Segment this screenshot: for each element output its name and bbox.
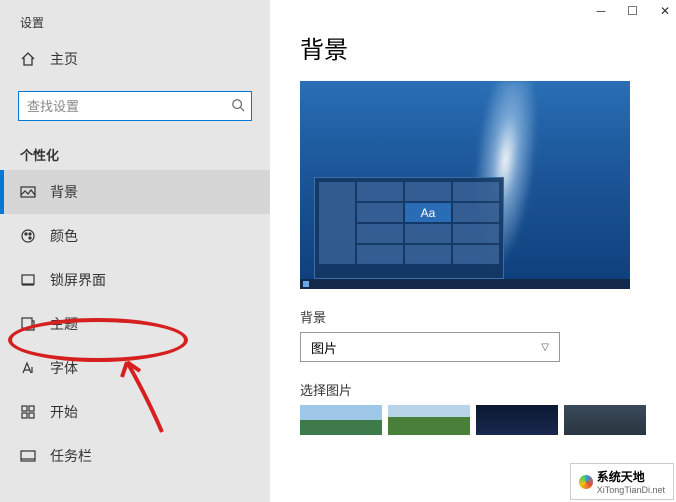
watermark-url: XiTongTianDi.net [597, 485, 665, 495]
home-label: 主页 [50, 49, 78, 69]
palette-icon [20, 228, 36, 244]
main-panel: ─ ☐ ✕ 背景 Aa 背景 图片 ▽ 选择图片 [270, 0, 676, 502]
start-icon [20, 404, 36, 420]
sidebar-home[interactable]: 主页 [0, 37, 270, 81]
background-field-label: 背景 [300, 307, 646, 326]
settings-sidebar: 设置 主页 个性化 背景 颜色 锁屏界面 主题 字体 开始 任 [0, 0, 270, 502]
watermark: 系统天地 XiTongTianDi.net [570, 463, 674, 500]
nav-item-lockscreen[interactable]: 锁屏界面 [0, 258, 270, 302]
watermark-logo-icon [579, 475, 593, 489]
preview-sample-text: Aa [405, 203, 451, 222]
window-controls: ─ ☐ ✕ [597, 4, 670, 18]
nav-item-colors[interactable]: 颜色 [0, 214, 270, 258]
nav-label: 锁屏界面 [50, 270, 106, 290]
search-input[interactable] [18, 91, 252, 121]
nav-label: 开始 [50, 402, 78, 422]
preview-start-button [303, 281, 309, 287]
close-button[interactable]: ✕ [660, 4, 670, 18]
nav-item-taskbar[interactable]: 任务栏 [0, 434, 270, 478]
picture-icon [20, 184, 36, 200]
themes-icon [20, 316, 36, 332]
preview-start-menu: Aa [314, 177, 504, 279]
home-icon [20, 51, 36, 67]
page-heading: 背景 [300, 30, 646, 65]
nav-label: 任务栏 [50, 446, 92, 466]
fonts-icon [20, 360, 36, 376]
lockscreen-icon [20, 272, 36, 288]
watermark-name: 系统天地 [597, 468, 665, 485]
thumbnail[interactable] [564, 405, 646, 435]
nav-item-fonts[interactable]: 字体 [0, 346, 270, 390]
nav-label: 字体 [50, 358, 78, 378]
thumbnail[interactable] [300, 405, 382, 435]
app-title: 设置 [0, 8, 270, 37]
preview-tiles: Aa [319, 182, 499, 264]
thumbnail[interactable] [476, 405, 558, 435]
taskbar-icon [20, 448, 36, 464]
nav-label: 颜色 [50, 226, 78, 246]
preview-taskbar [300, 279, 630, 289]
choose-picture-label: 选择图片 [300, 380, 646, 399]
nav-label: 背景 [50, 182, 78, 202]
thumbnail[interactable] [388, 405, 470, 435]
chevron-down-icon: ▽ [541, 342, 549, 353]
section-label-personalization: 个性化 [0, 135, 270, 170]
picture-thumbnails [300, 405, 646, 435]
desktop-preview: Aa [300, 81, 630, 289]
nav-label: 主题 [50, 314, 78, 334]
nav-item-start[interactable]: 开始 [0, 390, 270, 434]
background-type-dropdown[interactable]: 图片 ▽ [300, 332, 560, 362]
search-wrapper [18, 91, 252, 121]
nav-item-themes[interactable]: 主题 [0, 302, 270, 346]
dropdown-value: 图片 [311, 338, 337, 357]
nav-item-background[interactable]: 背景 [0, 170, 270, 214]
minimize-button[interactable]: ─ [597, 4, 606, 18]
search-icon [231, 98, 245, 117]
maximize-button[interactable]: ☐ [627, 4, 638, 18]
